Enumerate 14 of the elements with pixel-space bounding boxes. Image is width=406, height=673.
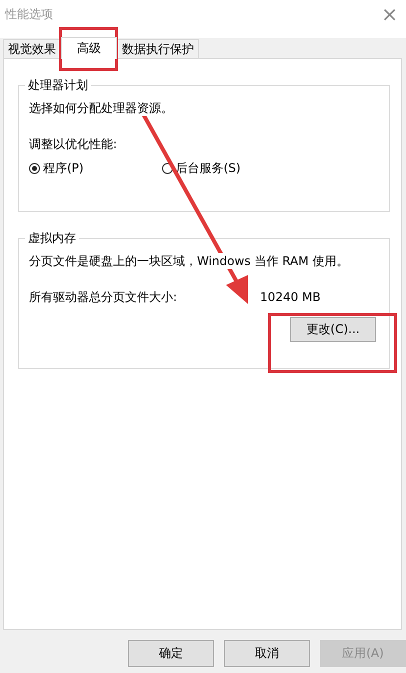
tab[interactable]: 高级 xyxy=(61,37,117,59)
highlight-box xyxy=(59,27,118,71)
close-button[interactable]: × xyxy=(377,2,402,26)
dialog-button[interactable]: 取消 xyxy=(224,640,310,667)
group-title: 虚拟内存 xyxy=(25,230,79,247)
radio-option[interactable]: 程序(P) xyxy=(29,160,84,177)
change-button[interactable]: 更改(C)... xyxy=(290,317,376,342)
prompt-text: 调整以优化性能: xyxy=(29,136,118,152)
tab[interactable]: 视觉效果 xyxy=(3,39,61,58)
size-label: 所有驱动器总分页文件大小: xyxy=(29,289,178,305)
window-title: 性能选项 xyxy=(5,6,53,23)
dialog-button[interactable]: 确定 xyxy=(128,640,214,667)
group-title: 处理器计划 xyxy=(25,77,91,94)
tab[interactable]: 数据执行保护 xyxy=(117,39,199,58)
